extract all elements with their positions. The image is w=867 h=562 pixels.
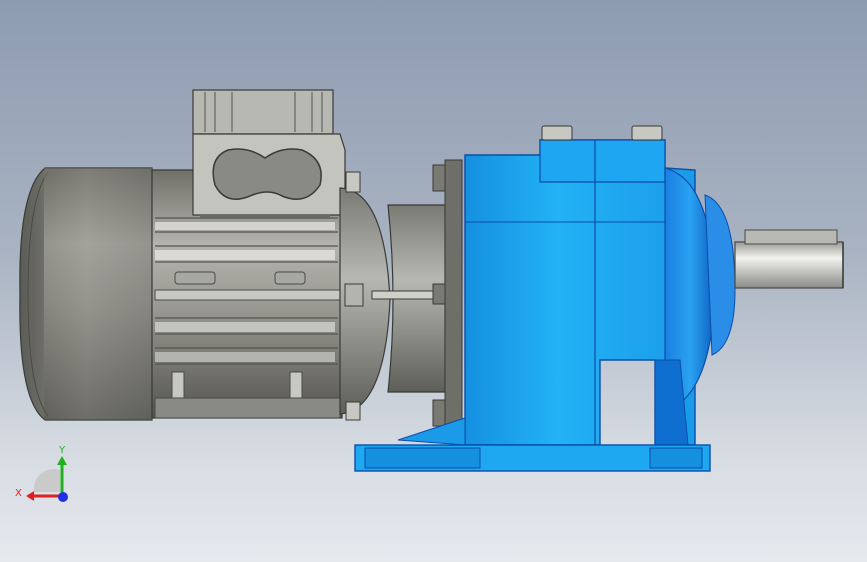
coordinate-triad: X Y: [15, 445, 68, 502]
output-shaft: [734, 229, 844, 289]
motor-flange: [339, 159, 463, 441]
z-axis-dot: [58, 492, 68, 502]
gearbox-housing: [464, 125, 736, 446]
motor-gearbox-model[interactable]: [0, 0, 867, 562]
motor-fan-cover: [19, 167, 153, 421]
x-axis-label: X: [15, 488, 22, 499]
terminal-box: [192, 89, 346, 219]
3d-viewport[interactable]: X Y: [0, 0, 867, 562]
y-axis-label: Y: [58, 445, 66, 456]
